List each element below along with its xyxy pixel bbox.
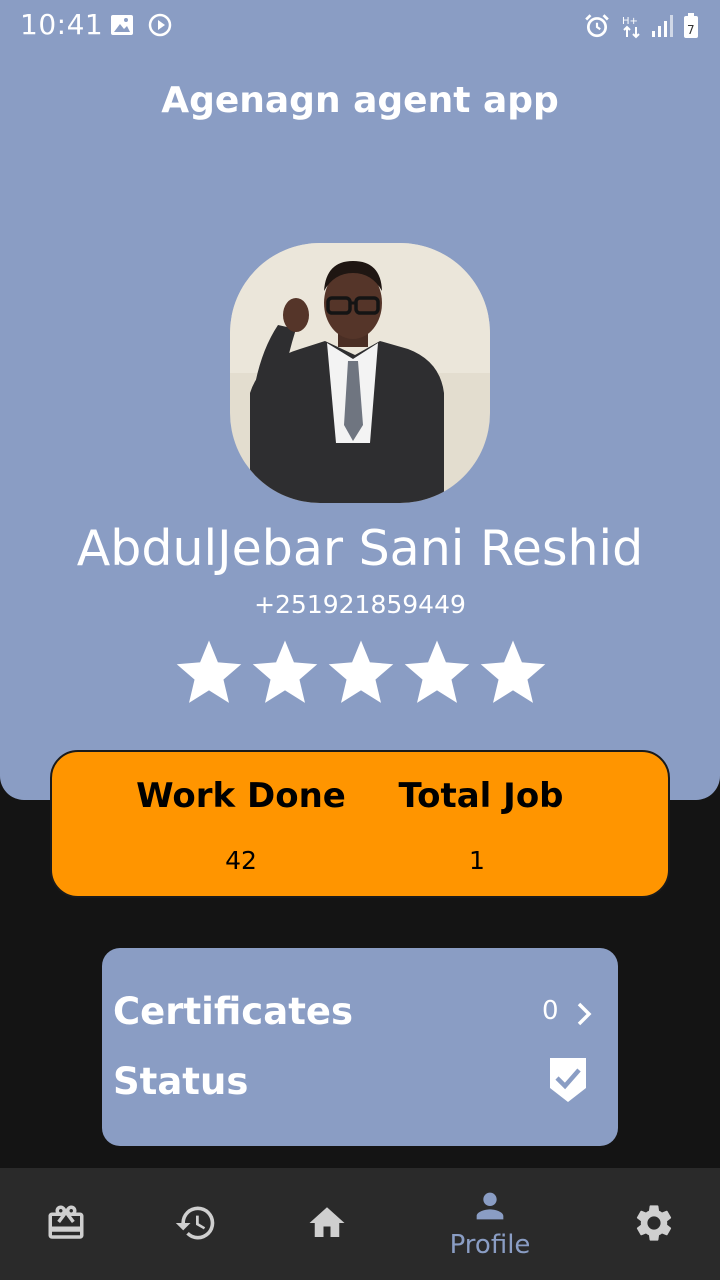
nav-item-history[interactable] xyxy=(136,1168,256,1280)
star-icon xyxy=(328,640,394,703)
work-done-label: Work Done xyxy=(136,776,346,816)
status-row: Status xyxy=(102,1048,618,1118)
avatar[interactable] xyxy=(230,243,490,503)
verified-shield-icon xyxy=(550,1058,586,1102)
status-label: Status xyxy=(113,1060,249,1103)
alarm-icon xyxy=(585,14,609,38)
svg-text:H+: H+ xyxy=(622,16,638,27)
person-icon xyxy=(476,1192,504,1220)
rating-stars xyxy=(176,640,548,710)
data-arrows-icon: H+ xyxy=(622,16,640,39)
nav-item-gifts[interactable] xyxy=(5,1168,125,1280)
status-bar: 10:41 H+ 7 xyxy=(0,0,720,52)
gift-card-icon xyxy=(48,1205,84,1239)
certificates-count: 0 xyxy=(542,996,559,1026)
signal-icon xyxy=(652,15,673,37)
stats-card: Work Done 42 Total Job 1 xyxy=(50,750,670,898)
star-icon xyxy=(176,640,242,703)
total-job-value: 1 xyxy=(469,846,485,875)
svg-text:7: 7 xyxy=(687,23,695,37)
history-icon xyxy=(175,1206,215,1240)
user-phone: +251921859449 xyxy=(254,590,466,619)
star-icon xyxy=(252,640,318,703)
battery-icon: 7 xyxy=(684,13,698,38)
nav-item-profile[interactable]: Profile xyxy=(430,1168,550,1280)
work-done-value: 42 xyxy=(225,846,257,875)
info-card: Certificates 0 Status xyxy=(102,948,618,1146)
bottom-navigation: Profile xyxy=(0,1168,720,1280)
play-circle-icon xyxy=(148,13,172,37)
certificates-row[interactable]: Certificates 0 xyxy=(102,978,618,1048)
nav-item-home[interactable] xyxy=(267,1168,387,1280)
nav-item-settings[interactable] xyxy=(594,1168,714,1280)
status-time: 10:41 xyxy=(20,8,104,41)
certificates-label: Certificates xyxy=(113,990,353,1033)
image-icon xyxy=(111,15,133,35)
profile-header: 10:41 H+ 7 Agenagn agent app AbdulJebar … xyxy=(0,0,720,800)
chevron-right-icon[interactable] xyxy=(572,1000,596,1028)
app-title: Agenagn agent app xyxy=(161,80,559,121)
nav-label-profile: Profile xyxy=(449,1230,531,1260)
star-icon xyxy=(480,640,546,703)
total-job-label: Total Job xyxy=(398,776,564,816)
home-icon xyxy=(309,1207,345,1237)
star-icon xyxy=(404,640,470,703)
gear-icon xyxy=(636,1205,672,1241)
user-name: AbdulJebar Sani Reshid xyxy=(76,520,644,577)
